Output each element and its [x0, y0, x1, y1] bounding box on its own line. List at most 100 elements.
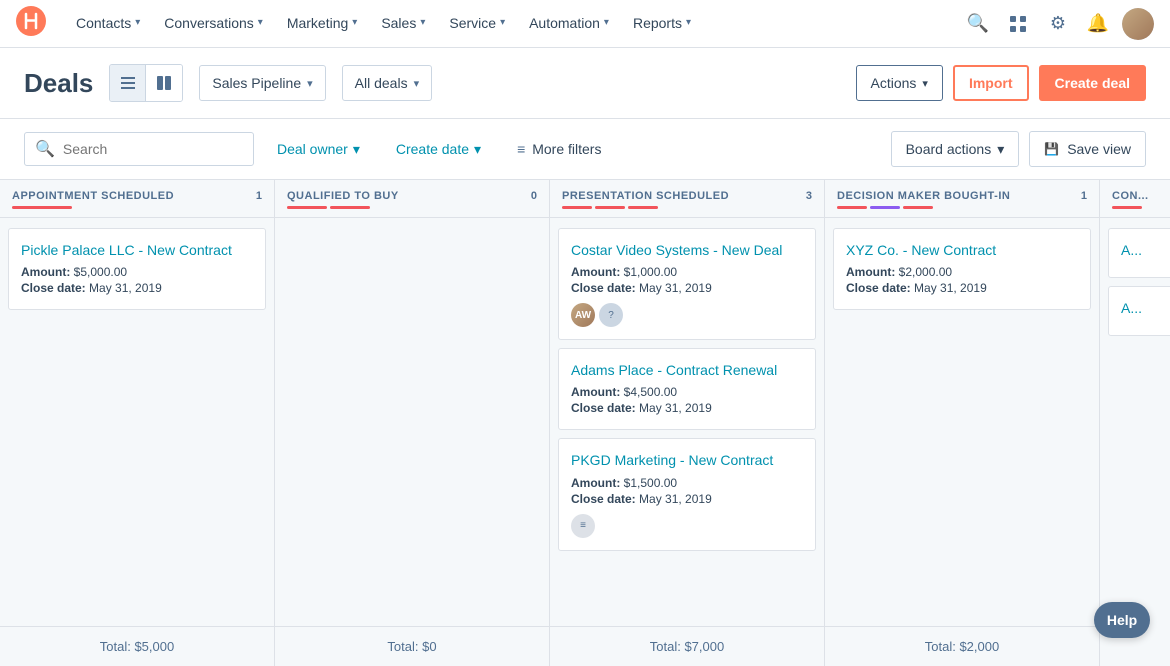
column-title: Appointment Scheduled [12, 190, 174, 202]
pipeline-dropdown[interactable]: Sales Pipeline ▾ [199, 65, 325, 101]
nav-items: Contacts ▾ Conversations ▾ Marketing ▾ S… [64, 0, 962, 48]
stage-bar [837, 206, 867, 209]
search-icon-button[interactable]: 🔍 [962, 8, 994, 40]
board-column-decision-maker-bought-in: Decision Maker Bought-In1XYZ Co. - New C… [825, 180, 1100, 666]
column-cards: XYZ Co. - New Contract Amount: $2,000.00 C… [825, 218, 1099, 626]
stage-bar [903, 206, 933, 209]
top-navigation: Contacts ▾ Conversations ▾ Marketing ▾ S… [0, 0, 1170, 48]
deal-card[interactable]: A... [1108, 286, 1170, 336]
create-date-filter[interactable]: Create date ▾ [383, 132, 494, 166]
nav-service[interactable]: Service ▾ [437, 0, 517, 48]
deal-link[interactable]: A... [1121, 241, 1170, 259]
column-header-qualified-to-buy: Qualified to Buy 0 [275, 180, 549, 218]
board-column-appointment-scheduled: Appointment Scheduled 1 Pickle Palace LLC … [0, 180, 275, 666]
column-header-presentation-scheduled: Presentation Scheduled3 [550, 180, 824, 218]
nav-sales[interactable]: Sales ▾ [369, 0, 437, 48]
marketplace-icon-button[interactable] [1002, 8, 1034, 40]
deal-owner-filter[interactable]: Deal owner ▾ [264, 132, 373, 166]
import-button[interactable]: Import [953, 65, 1029, 101]
deal-card[interactable]: A... [1108, 228, 1170, 278]
chevron-down-icon: ▾ [474, 141, 481, 158]
deal-amount: Amount: $4,500.00 [571, 385, 803, 399]
stage-bar [628, 206, 658, 209]
column-total: Total: $5,000 [0, 626, 274, 666]
nav-right: 🔍 ⚙ 🔔 [962, 8, 1154, 40]
chevron-down-icon: ▾ [258, 17, 263, 28]
deals-board: Appointment Scheduled 1 Pickle Palace LLC … [0, 180, 1170, 666]
stage-bar [1112, 206, 1142, 209]
deal-amount: Amount: $1,500.00 [571, 476, 803, 490]
column-count: 3 [806, 190, 812, 202]
chevron-down-icon: ▾ [353, 141, 360, 158]
create-deal-button[interactable]: Create deal [1039, 65, 1146, 101]
search-box[interactable]: 🔍 [24, 132, 254, 166]
search-input[interactable] [63, 141, 243, 157]
chevron-down-icon: ▾ [420, 17, 425, 28]
avatar[interactable] [1122, 8, 1154, 40]
stage-bar [595, 206, 625, 209]
board-column-contract-sent: Con... A... A... [1100, 180, 1170, 666]
chevron-down-icon: ▾ [686, 17, 691, 28]
board-view-button[interactable] [146, 65, 182, 101]
column-count: 1 [256, 190, 262, 202]
page-header: Deals Sales Pipeline ▾ All deals ▾ Actio… [0, 48, 1170, 119]
filters-right: Board actions ▾ 💾 Save view [891, 131, 1146, 167]
stage-bar [330, 206, 370, 209]
board-actions-button[interactable]: Board actions ▾ [891, 131, 1020, 167]
chevron-down-icon: ▾ [604, 17, 609, 28]
chevron-down-icon: ▾ [307, 77, 313, 90]
search-icon: 🔍 [35, 139, 55, 159]
deal-link[interactable]: Pickle Palace LLC - New Contract [21, 241, 253, 259]
more-filters-button[interactable]: ≡ More filters [504, 132, 614, 166]
actions-button[interactable]: Actions ▾ [856, 65, 943, 101]
column-cards [275, 218, 549, 626]
deal-link[interactable]: Costar Video Systems - New Deal [571, 241, 803, 259]
stage-bar [12, 206, 72, 209]
deal-link[interactable]: XYZ Co. - New Contract [846, 241, 1078, 259]
help-button[interactable]: Help [1094, 602, 1150, 638]
deal-card[interactable]: PKGD Marketing - New Contract Amount: $1,… [558, 438, 816, 550]
column-cards: A... A... [1100, 218, 1170, 666]
nav-marketing[interactable]: Marketing ▾ [275, 0, 370, 48]
column-total: Total: $7,000 [550, 626, 824, 666]
deal-link[interactable]: PKGD Marketing - New Contract [571, 451, 803, 469]
avatar-image [1122, 8, 1154, 40]
view-toggle [109, 64, 183, 102]
deal-amount: Amount: $1,000.00 [571, 265, 803, 279]
column-count: 0 [531, 190, 537, 202]
column-cards: Pickle Palace LLC - New ContractAmount: … [0, 218, 274, 626]
chevron-down-icon: ▾ [500, 17, 505, 28]
deal-card[interactable]: Pickle Palace LLC - New ContractAmount: … [8, 228, 266, 310]
nav-contacts[interactable]: Contacts ▾ [64, 0, 152, 48]
deal-link[interactable]: A... [1121, 299, 1170, 317]
deal-card[interactable]: XYZ Co. - New Contract Amount: $2,000.00 C… [833, 228, 1091, 310]
hubspot-logo[interactable] [16, 6, 52, 42]
page-title: Deals [24, 68, 93, 99]
save-view-button[interactable]: 💾 Save view [1029, 131, 1146, 167]
header-right: Actions ▾ Import Create deal [856, 65, 1147, 101]
card-avatar: ? [599, 303, 623, 327]
deal-close-date: Close date: May 31, 2019 [846, 281, 1078, 295]
all-deals-dropdown[interactable]: All deals ▾ [342, 65, 432, 101]
column-total: Total: $2,000 [825, 626, 1099, 666]
chevron-down-icon: ▾ [997, 141, 1004, 158]
deal-close-date: Close date: May 31, 2019 [571, 401, 803, 415]
column-count: 1 [1081, 190, 1087, 202]
column-title: Qualified to Buy [287, 190, 399, 202]
chevron-down-icon: ▾ [922, 77, 928, 90]
card-avatars: ≡ [571, 514, 803, 538]
deal-card[interactable]: Adams Place - Contract Renewal Amount: $4… [558, 348, 816, 430]
list-view-button[interactable] [110, 65, 146, 101]
notifications-icon-button[interactable]: 🔔 [1082, 8, 1114, 40]
deal-amount: Amount: $2,000.00 [846, 265, 1078, 279]
card-avatar: ≡ [571, 514, 595, 538]
column-header-contract-sent: Con... [1100, 180, 1170, 218]
nav-reports[interactable]: Reports ▾ [621, 0, 703, 48]
deal-link[interactable]: Adams Place - Contract Renewal [571, 361, 803, 379]
board-column-presentation-scheduled: Presentation Scheduled3 Costar Video Syst… [550, 180, 825, 666]
settings-icon-button[interactable]: ⚙ [1042, 8, 1074, 40]
filters-bar: 🔍 Deal owner ▾ Create date ▾ ≡ More filt… [0, 119, 1170, 180]
nav-conversations[interactable]: Conversations ▾ [152, 0, 275, 48]
nav-automation[interactable]: Automation ▾ [517, 0, 621, 48]
deal-card[interactable]: Costar Video Systems - New Deal Amount: $… [558, 228, 816, 340]
